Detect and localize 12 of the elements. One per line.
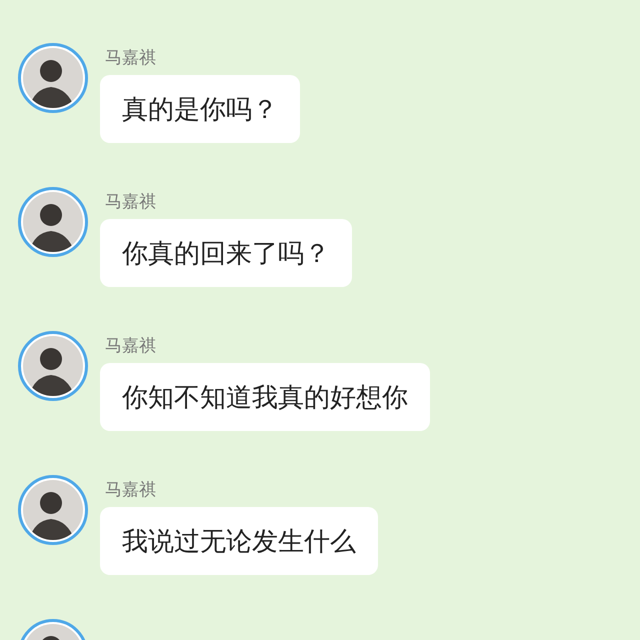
avatar <box>18 43 88 113</box>
avatar <box>18 331 88 401</box>
avatar <box>18 475 88 545</box>
sender-name: 马嘉祺 <box>105 191 156 213</box>
sender-name: 马嘉祺 <box>105 335 156 357</box>
message-bubble: 真的是你吗？ <box>100 75 300 143</box>
message-bubble: 你真的回来了吗？ <box>100 219 352 287</box>
message-bubble: 你知不知道我真的好想你 <box>100 363 430 431</box>
message-bubble: 我说过无论发生什么 <box>100 507 378 575</box>
sender-name: 马嘉祺 <box>105 479 156 501</box>
avatar <box>18 187 88 257</box>
sender-name: 马嘉祺 <box>105 47 156 69</box>
